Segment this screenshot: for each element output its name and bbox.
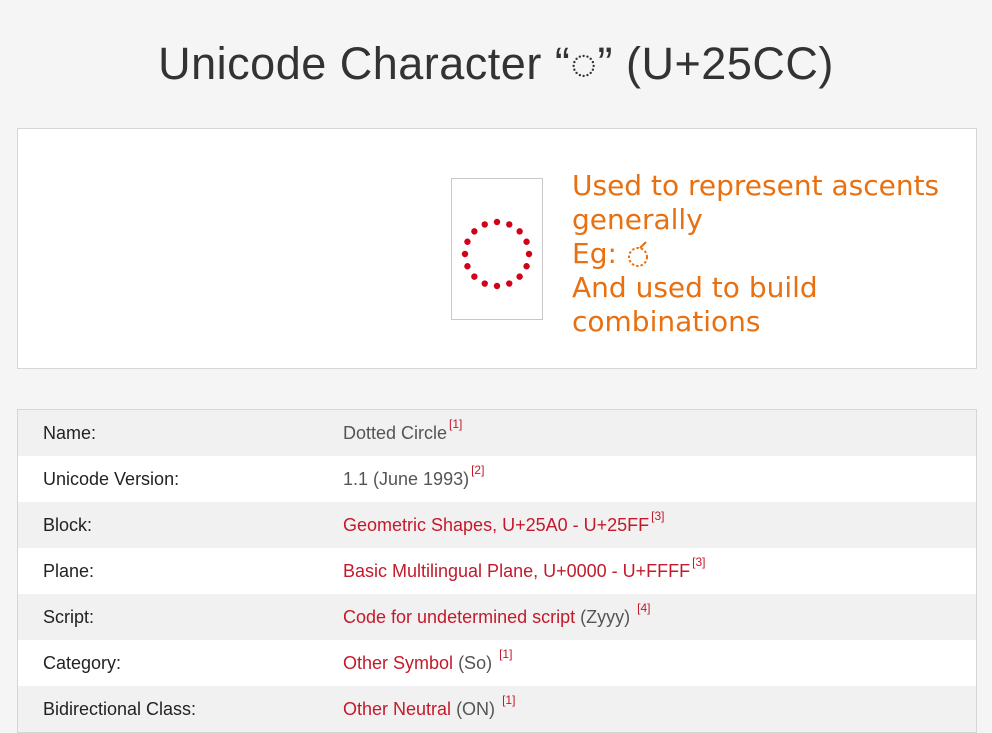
dotted-circle-glyph-icon — [461, 218, 533, 290]
property-label: Script: — [43, 606, 95, 627]
property-value: Geometric Shapes, U+25A0 - U+25FF [3] — [343, 509, 664, 536]
script-link[interactable]: Code for undetermined script — [343, 607, 575, 627]
glyph-dot — [506, 221, 513, 228]
property-label: Plane: — [43, 560, 95, 581]
glyph-dot — [523, 238, 530, 245]
glyph-dot — [516, 228, 523, 235]
property-value: Other Neutral (ON) [1] — [343, 692, 516, 719]
property-label: Category: — [43, 652, 122, 673]
property-label: Name: — [43, 422, 97, 443]
table-row: Plane: Basic Multilingual Plane, U+0000 … — [18, 548, 976, 594]
table-row: Name: Dotted Circle [1] — [18, 410, 976, 456]
glyph-dot — [471, 228, 478, 235]
table-row: Block: Geometric Shapes, U+25A0 - U+25FF… — [18, 502, 976, 548]
handwritten-note: Used to represent ascents generally Eg: … — [572, 169, 972, 339]
glyph-dot — [516, 273, 523, 280]
glyph-dot — [525, 250, 533, 258]
glyph-dot — [523, 263, 530, 270]
glyph-dot — [464, 263, 471, 270]
glyph-dot — [506, 280, 513, 287]
reference-link[interactable]: [3] — [651, 509, 664, 523]
reference-link[interactable]: [3] — [692, 555, 705, 569]
reference-link[interactable]: [4] — [637, 601, 650, 615]
block-link[interactable]: Geometric Shapes, U+25A0 - U+25FF — [343, 515, 649, 535]
category-link[interactable]: Other Symbol — [343, 653, 453, 673]
glyph-dot — [461, 250, 469, 258]
properties-table: Name: Dotted Circle [1] Unicode Version: … — [17, 409, 977, 733]
plane-link[interactable]: Basic Multilingual Plane, U+0000 - U+FFF… — [343, 561, 690, 581]
reference-link[interactable]: [1] — [499, 647, 512, 661]
property-value: 1.1 (June 1993) [2] — [343, 462, 485, 489]
property-label: Bidirectional Class: — [43, 698, 197, 719]
glyph-dot — [493, 218, 501, 226]
property-value: Other Symbol (So) [1] — [343, 646, 513, 673]
reference-link[interactable]: [1] — [502, 693, 515, 707]
property-value: Code for undetermined script (Zyyy) [4] — [343, 600, 651, 627]
glyph-dot — [471, 273, 478, 280]
table-row: Script: Code for undetermined script (Zy… — [18, 594, 976, 640]
note-line-3: Eg: — [572, 237, 972, 271]
glyph-dot — [464, 238, 471, 245]
property-label: Block: — [43, 514, 93, 535]
reference-link[interactable]: [2] — [471, 463, 484, 477]
bidi-class-link[interactable]: Other Neutral — [343, 699, 451, 719]
reference-link[interactable]: [1] — [449, 417, 462, 431]
note-line-5: combinations — [572, 305, 761, 338]
glyph-dot — [481, 280, 488, 287]
table-row: Unicode Version: 1.1 (June 1993) [2] — [18, 456, 976, 502]
property-label: Unicode Version: — [43, 468, 180, 489]
example-accent-glyph-icon — [627, 241, 648, 267]
note-line-2: generally — [572, 203, 703, 236]
page-title: Unicode Character “◌” (U+25CC) — [158, 38, 834, 89]
note-line-4: And used to build — [572, 271, 818, 304]
glyph-dot — [493, 282, 501, 290]
glyph-preview-panel: Used to represent ascents generally Eg: … — [17, 128, 977, 369]
glyph-dot — [481, 221, 488, 228]
note-line-1: Used to represent ascents — [572, 169, 940, 202]
table-row: Bidirectional Class: Other Neutral (ON) … — [18, 686, 976, 732]
glyph-image — [451, 178, 543, 320]
property-value: Dotted Circle [1] — [343, 416, 463, 443]
table-row: Category: Other Symbol (So) [1] — [18, 640, 976, 686]
property-value: Basic Multilingual Plane, U+0000 - U+FFF… — [343, 555, 706, 582]
